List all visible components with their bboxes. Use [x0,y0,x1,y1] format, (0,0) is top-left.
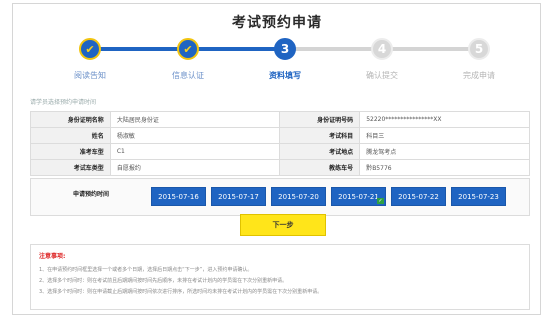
id-number-label: 身份证明号码 [279,111,361,128]
subject-label: 考试科目 [279,127,361,144]
step-5-circle: 5 [468,38,490,60]
id-type-value: 大陆居民身份证 [109,111,281,128]
step-3-circle: 3 [274,38,296,60]
applicant-info-table: 身份证明名称 大陆居民身份证 身份证明号码 52220*************… [30,111,530,176]
exam-type-label: 考试车类型 [30,159,111,176]
table-row: 考试车类型 自愿报约 教练车号 黔B5776 [30,159,530,176]
table-row: 准考车型 C1 考试地点 腾龙驾考点 [30,143,530,160]
selected-date-text: 2015-07-21 [338,192,379,201]
date-option[interactable]: 2015-07-17 [211,187,266,206]
check-icon: ✔ [85,42,95,56]
exam-site-label: 考试地点 [279,143,361,160]
step-2-circle: ✔ [177,38,199,60]
check-icon: ✔ [183,42,193,56]
appointment-date-label: 申请预约时间 [73,191,110,198]
notice-box: 注意事项: 1、在申请预约时间框里选择一个或者多个日期，选择后日期点击“下一步”… [30,244,530,310]
step-4-label: 确认提交 [366,71,398,80]
page-title: 考试预约申请 [232,15,322,31]
notice-item: 1、在申请预约时间框里选择一个或者多个日期，选择后日期点击“下一步”，进入预约申… [39,267,253,273]
vehicle-type-label: 准考车型 [30,143,111,160]
step-1-circle: ✔ [79,38,101,60]
section-subtitle: 请学员选择预约申请时间 [30,99,97,106]
id-type-label: 身份证明名称 [30,111,111,128]
date-option[interactable]: 2015-07-16 [151,187,206,206]
step-5-label: 完成申请 [463,71,495,80]
name-value: 杨淑敏 [109,127,281,144]
date-option[interactable]: 2015-07-22 [391,187,446,206]
name-label: 姓名 [30,127,111,144]
step-4-circle: 4 [371,38,393,60]
table-row: 姓名 杨淑敏 考试科目 科目三 [30,127,530,144]
exam-type-value: 自愿报约 [109,159,281,176]
step-1-label: 阅读告知 [74,71,106,80]
appointment-date-row: 申请预约时间 2015-07-16 2015-07-17 2015-07-20 … [30,178,530,216]
notice-item: 3、选择多个时间时：则在申请截止后期期间按时间依次进行排序，所选时间均未排在考试… [39,289,323,295]
coach-car-value: 黔B5776 [359,159,530,176]
notice-title: 注意事项: [39,253,66,260]
date-option[interactable]: 2015-07-23 [451,187,506,206]
table-row: 身份证明名称 大陆居民身份证 身份证明号码 52220*************… [30,111,530,128]
step-3-label: 资料填写 [269,71,301,80]
next-step-button[interactable]: 下一步 [240,214,326,236]
exam-site-value: 腾龙驾考点 [359,143,530,160]
vehicle-type-value: C1 [109,143,281,160]
check-icon: ✓ [377,198,384,204]
step-2-label: 信息认证 [172,71,204,80]
coach-car-label: 教练车号 [279,159,361,176]
subject-value: 科目三 [359,127,530,144]
date-option-selected[interactable]: 2015-07-21 ✓ [331,187,386,206]
notice-item: 2、选择多个时间时：则在考试前且后期期间按时间先后顺序，未排在考试计划内的学员需… [39,278,288,284]
id-number-value: 52220****************XX [359,111,530,128]
date-option[interactable]: 2015-07-20 [271,187,326,206]
